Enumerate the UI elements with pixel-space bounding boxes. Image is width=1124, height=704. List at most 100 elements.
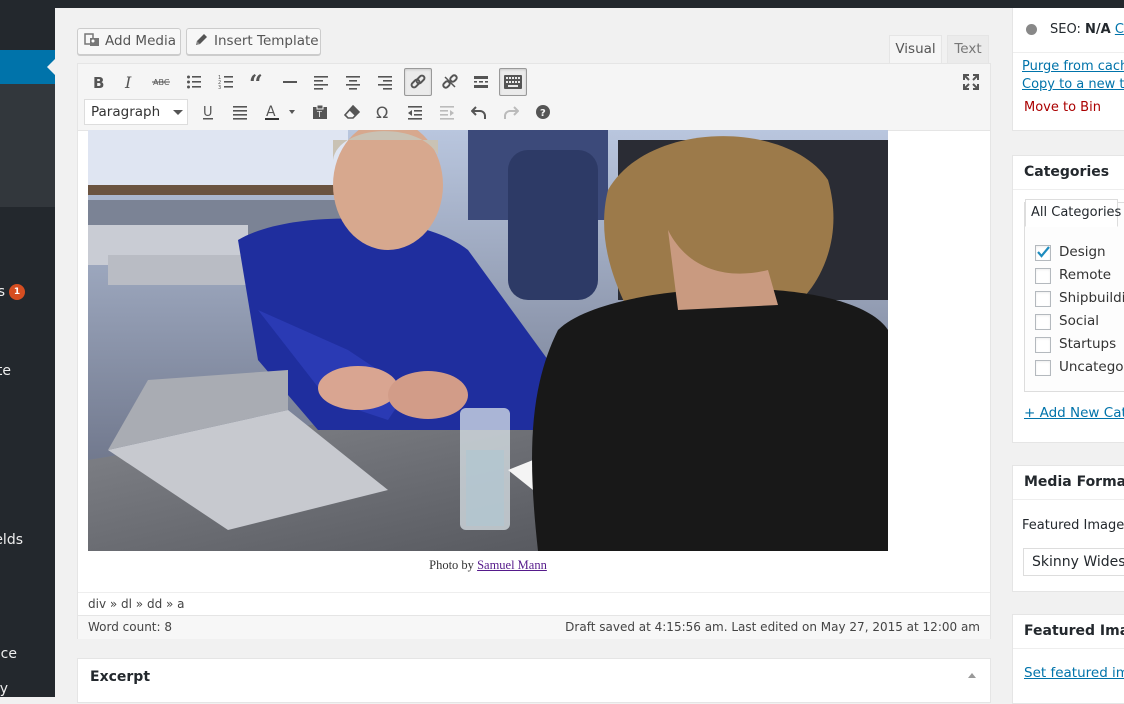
special-character-icon[interactable]: Ω [370, 99, 396, 125]
category-checkbox[interactable] [1035, 291, 1051, 307]
insert-link-icon[interactable] [404, 68, 432, 96]
purge-cache-link[interactable]: Purge from cache [1022, 59, 1124, 74]
sidebar-item-posts-active[interactable] [0, 50, 55, 84]
insert-template-label: Insert Template [214, 33, 319, 49]
move-to-bin-link[interactable]: Move to Bin [1024, 100, 1101, 115]
draft-saved-status: Draft saved at 4:15:56 am. Last edited o… [565, 620, 980, 634]
svg-text:Ω: Ω [376, 104, 388, 120]
tab-visual[interactable]: Visual [889, 35, 942, 64]
sidebar-item-label[interactable]: te [0, 363, 11, 379]
sidebar-item-comments-label[interactable]: s [0, 284, 5, 300]
categories-title: Categories [1024, 164, 1110, 180]
divider [1013, 189, 1124, 190]
chevron-down-icon [173, 110, 183, 115]
add-media-icon [84, 33, 99, 46]
tab-text[interactable]: Text [947, 35, 989, 64]
photo-caption: Photo by Samuel Mann [88, 558, 888, 573]
category-checkbox[interactable] [1035, 245, 1051, 261]
clear-formatting-icon[interactable] [339, 99, 365, 125]
toolbar-toggle-icon[interactable] [499, 68, 527, 96]
numbered-list-icon[interactable]: 123 [213, 69, 239, 95]
outdent-icon[interactable] [402, 99, 428, 125]
add-new-category-link[interactable]: + Add New Cate [1024, 405, 1124, 421]
category-label: Shipbuildir [1059, 290, 1124, 306]
category-checkbox[interactable] [1035, 337, 1051, 353]
text-color-icon[interactable]: A [259, 99, 299, 125]
align-left-icon[interactable] [308, 69, 334, 95]
paste-text-icon[interactable]: T [307, 99, 333, 125]
media-formatting-box: Media Formatt Featured Image Skinny Wide… [1012, 465, 1124, 592]
excerpt-title: Excerpt [90, 669, 151, 685]
sidebar-item-label[interactable]: y [0, 681, 8, 697]
underline-icon[interactable]: U [195, 99, 221, 125]
justify-icon[interactable] [227, 99, 253, 125]
align-center-icon[interactable] [340, 69, 366, 95]
add-media-button[interactable]: Add Media [77, 28, 181, 55]
categories-box: Categories All Categories Design Remote … [1012, 155, 1124, 443]
category-checkbox[interactable] [1035, 268, 1051, 284]
divider [1013, 52, 1124, 53]
fullscreen-icon[interactable] [958, 69, 984, 95]
category-label: Design [1059, 244, 1106, 260]
bold-icon[interactable]: B [85, 69, 111, 95]
svg-text:3: 3 [218, 85, 221, 90]
category-label: Social [1059, 313, 1100, 329]
caption-prefix: Photo by [429, 558, 478, 572]
seo-label: SEO: [1050, 22, 1081, 37]
editor-toolbar: B I ABC 123 “ Paragraph U A T Ω ? [78, 64, 990, 131]
sidebar-submenu [0, 84, 55, 207]
help-icon[interactable]: ? [530, 99, 556, 125]
post-photo[interactable] [88, 130, 888, 551]
photographer-link[interactable]: Samuel Mann [477, 558, 547, 572]
undo-icon[interactable] [466, 99, 492, 125]
svg-text:A: A [266, 104, 276, 120]
featured-image-label: Featured Image [1022, 518, 1124, 533]
category-label: Startups [1059, 336, 1117, 352]
category-checkbox[interactable] [1035, 360, 1051, 376]
svg-text:T: T [316, 110, 322, 119]
svg-text:I: I [124, 74, 132, 90]
category-checkbox[interactable] [1035, 314, 1051, 330]
set-featured-image-link[interactable]: Set featured ima [1024, 665, 1124, 681]
svg-text:“: “ [249, 74, 263, 90]
blockquote-icon[interactable]: “ [245, 69, 271, 95]
read-more-icon[interactable] [468, 69, 494, 95]
category-label: Remote [1059, 267, 1112, 283]
format-select[interactable]: Paragraph [84, 99, 188, 125]
remove-link-icon[interactable] [437, 69, 463, 95]
seo-check-link[interactable]: Ch [1115, 22, 1124, 37]
seo-value: N/A [1085, 22, 1111, 37]
align-right-icon[interactable] [372, 69, 398, 95]
admin-sidebar: s 1 te elds nce y [0, 8, 55, 697]
comments-count-badge: 1 [9, 284, 25, 300]
post-editor: B I ABC 123 “ Paragraph U A T Ω ? Photo … [77, 63, 991, 639]
element-path: div » dl » dd » a [78, 592, 990, 615]
featured-image-format-select[interactable]: Skinny Widesc [1023, 548, 1124, 576]
copy-draft-link[interactable]: Copy to a new te [1022, 77, 1124, 92]
sidebar-item-custom-fields-label[interactable]: elds [0, 532, 23, 548]
collapse-arrow-icon[interactable] [968, 673, 976, 678]
redo-icon[interactable] [498, 99, 524, 125]
bullet-list-icon[interactable] [181, 69, 207, 95]
pencil-icon [196, 34, 207, 45]
sidebar-item-appearance-label[interactable]: nce [0, 646, 17, 662]
add-media-label: Add Media [105, 33, 176, 49]
publish-box: SEO: N/A Ch Purge from cache Copy to a n… [1012, 8, 1124, 131]
category-label: Uncategor [1059, 359, 1124, 375]
italic-icon[interactable]: I [116, 69, 142, 95]
excerpt-box[interactable]: Excerpt [77, 658, 991, 703]
svg-text:U: U [203, 105, 213, 120]
featured-image-box: Featured Image Set featured ima [1012, 614, 1124, 704]
editor-status-bar: Word count: 8 Draft saved at 4:15:56 am.… [78, 615, 990, 639]
tab-all-categories[interactable]: All Categories [1025, 199, 1121, 227]
seo-status-dot-icon [1026, 24, 1037, 35]
horizontal-rule-icon[interactable] [277, 69, 303, 95]
media-formatting-title: Media Formatt [1024, 474, 1124, 490]
divider [1013, 648, 1124, 649]
svg-text:?: ? [540, 108, 546, 119]
strikethrough-icon[interactable]: ABC [148, 69, 174, 95]
indent-icon[interactable] [434, 99, 460, 125]
insert-template-button[interactable]: Insert Template [186, 28, 321, 55]
divider [1013, 499, 1124, 500]
admin-bar [0, 0, 1124, 8]
